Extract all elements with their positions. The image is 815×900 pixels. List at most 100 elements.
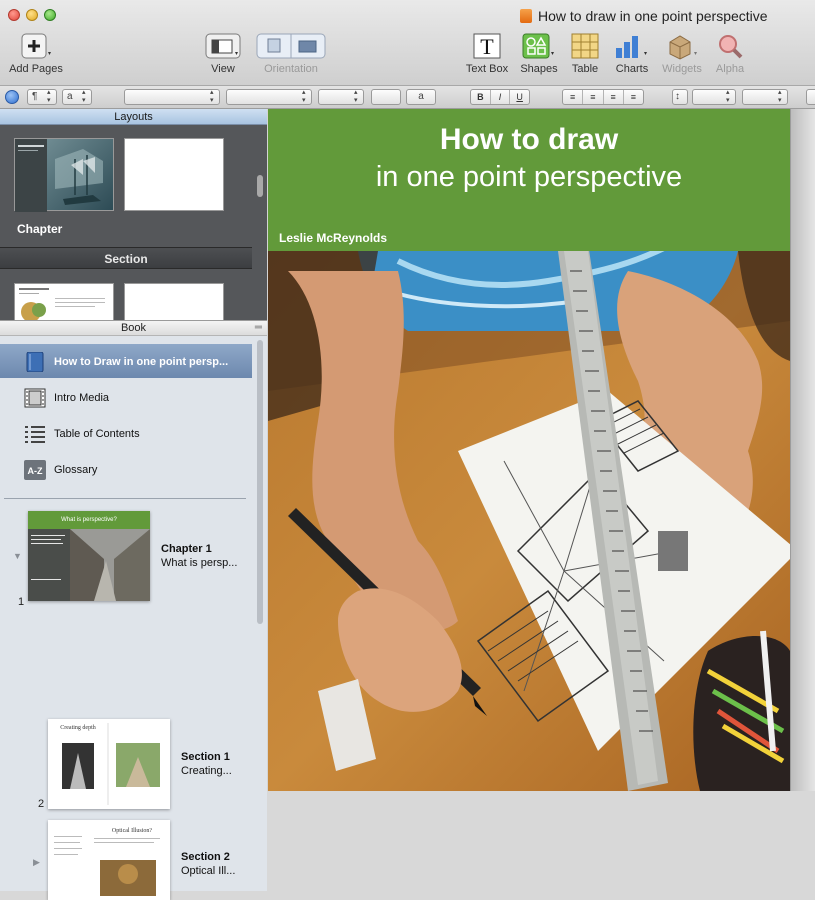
- book-cover-page[interactable]: How to draw in one point perspective Les…: [268, 109, 790, 791]
- inspector-icon[interactable]: [5, 90, 19, 104]
- section-1-thumb-image-icon: Creating depth: [48, 719, 170, 809]
- layouts-panel: Layouts Chapter Section: [0, 109, 267, 320]
- section-2-disclosure-icon[interactable]: ▶: [33, 857, 40, 868]
- underline-button[interactable]: U: [510, 90, 529, 104]
- columns-menu[interactable]: [742, 89, 788, 105]
- canvas-scroll-strip: [790, 109, 815, 791]
- street-photo-icon: [28, 529, 150, 601]
- sidebar: Layouts Chapter Section Book ═ How to Dr…: [0, 109, 267, 900]
- layouts-header: Layouts: [0, 109, 267, 125]
- table-button[interactable]: Table: [566, 32, 604, 75]
- intro-media-label: Intro Media: [54, 392, 110, 404]
- italic-button[interactable]: I: [491, 90, 511, 104]
- text-box-icon: T: [473, 33, 501, 59]
- add-pages-button[interactable]: Add Pages: [8, 32, 64, 75]
- chapter-1-disclosure-icon[interactable]: ▼: [13, 551, 22, 561]
- section-2-thumbnail[interactable]: Optical Illusion?: [48, 820, 170, 900]
- section-1-thumbnail[interactable]: Creating depth: [48, 719, 170, 809]
- orientation-control[interactable]: Orientation: [256, 32, 326, 75]
- character-style-glyph: a: [67, 91, 73, 102]
- orientation-icon: [256, 33, 326, 59]
- section-2-subtitle: Optical Ill...: [181, 865, 236, 877]
- align-left-button[interactable]: ≡: [563, 90, 584, 104]
- view-icon: [205, 33, 241, 59]
- book-item-table-of-contents[interactable]: Table of Contents: [0, 416, 252, 450]
- book-list: How to Draw in one point persp... Intro …: [0, 336, 267, 900]
- layout-chapter-thumbnail[interactable]: [14, 138, 114, 212]
- bold-button[interactable]: B: [471, 90, 491, 104]
- widgets-label: Widgets: [662, 63, 702, 75]
- book-item-title[interactable]: How to Draw in one point persp...: [0, 344, 252, 378]
- drawing-photo-image: [268, 251, 790, 791]
- book-item-title-label: How to Draw in one point persp...: [54, 356, 229, 368]
- text-box-label: Text Box: [465, 63, 509, 75]
- widgets-button[interactable]: Widgets: [658, 32, 706, 75]
- text-box-button[interactable]: T Text Box: [462, 32, 512, 75]
- view-button[interactable]: View: [200, 32, 246, 75]
- more-controls[interactable]: [806, 89, 815, 105]
- font-size-menu[interactable]: [318, 89, 364, 105]
- book-header: Book ═: [0, 320, 267, 336]
- chapter-1-thumbnail[interactable]: What is perspective?: [28, 511, 150, 601]
- align-right-button[interactable]: ≡: [604, 90, 624, 104]
- resize-handle-icon[interactable]: ═: [255, 320, 262, 335]
- align-justify-button[interactable]: ≡: [624, 90, 643, 104]
- layout-section-blank-thumbnail[interactable]: [124, 283, 224, 320]
- line-spacing-icon[interactable]: ↕: [672, 89, 688, 105]
- text-color-glyph: a: [418, 91, 424, 102]
- layout-section-thumbnail[interactable]: [14, 283, 114, 320]
- table-of-contents-label: Table of Contents: [54, 428, 140, 440]
- shapes-button[interactable]: Shapes: [518, 32, 560, 75]
- text-style-buttons: B I U: [470, 89, 530, 105]
- list-icon: [25, 426, 45, 443]
- paragraph-style-menu[interactable]: ¶: [27, 89, 57, 105]
- charts-button[interactable]: Charts: [610, 32, 654, 75]
- close-window-button[interactable]: [8, 9, 20, 21]
- line-spacing-menu[interactable]: [692, 89, 736, 105]
- charts-label: Charts: [615, 63, 649, 75]
- font-typeface-menu[interactable]: [226, 89, 312, 105]
- table-icon: [571, 33, 599, 59]
- orientation-label: Orientation: [264, 63, 318, 75]
- layout-blank-thumbnail[interactable]: [124, 138, 224, 211]
- section-thumb-image-icon: [19, 288, 105, 320]
- chapter-1-subtitle: What is persp...: [161, 557, 238, 569]
- alpha-button[interactable]: Alpha: [710, 32, 750, 75]
- window-title: How to draw in one point perspective: [520, 8, 768, 24]
- minimize-window-button[interactable]: [26, 9, 38, 21]
- paragraph-style-glyph: ¶: [32, 91, 38, 102]
- book-icon: [26, 352, 44, 372]
- font-family-menu[interactable]: [124, 89, 220, 105]
- cover-title[interactable]: How to draw: [268, 123, 790, 157]
- ship-image-icon: [15, 139, 103, 212]
- cover-photo[interactable]: [268, 251, 790, 791]
- add-pages-icon: [21, 33, 51, 59]
- document-icon: [520, 9, 532, 23]
- book-list-divider: [4, 498, 246, 499]
- page-1-number: 1: [18, 596, 25, 608]
- svg-text:Creating depth: Creating depth: [60, 725, 96, 731]
- alignment-buttons: ≡ ≡ ≡ ≡: [562, 89, 644, 105]
- book-list-scrollbar[interactable]: [257, 340, 263, 624]
- alpha-label: Alpha: [715, 63, 745, 75]
- book-item-intro-media[interactable]: Intro Media: [0, 380, 252, 414]
- section-1-subtitle: Creating...: [181, 765, 232, 777]
- character-style-menu[interactable]: a: [62, 89, 92, 105]
- cover-author[interactable]: Leslie McReynolds: [279, 231, 387, 245]
- text-color-well[interactable]: a: [406, 89, 436, 105]
- text-background-color[interactable]: [371, 89, 401, 105]
- svg-text:T: T: [480, 34, 494, 59]
- chapter-1-title: Chapter 1: [161, 543, 212, 555]
- window-title-text: How to draw in one point perspective: [538, 8, 768, 24]
- layouts-scrollbar[interactable]: [257, 175, 263, 197]
- align-center-button[interactable]: ≡: [583, 90, 604, 104]
- cover-subtitle[interactable]: in one point perspective: [268, 161, 790, 194]
- svg-text:A-Z: A-Z: [28, 466, 43, 476]
- section-layouts-header: Section: [0, 247, 252, 269]
- zoom-window-button[interactable]: [44, 9, 56, 21]
- shapes-icon: [522, 33, 554, 59]
- section-1-title: Section 1: [181, 751, 230, 763]
- book-item-glossary[interactable]: A-Z Glossary: [0, 452, 252, 486]
- title-banner: How to draw in one point perspective Les…: [268, 109, 790, 251]
- add-pages-label: Add Pages: [9, 63, 63, 75]
